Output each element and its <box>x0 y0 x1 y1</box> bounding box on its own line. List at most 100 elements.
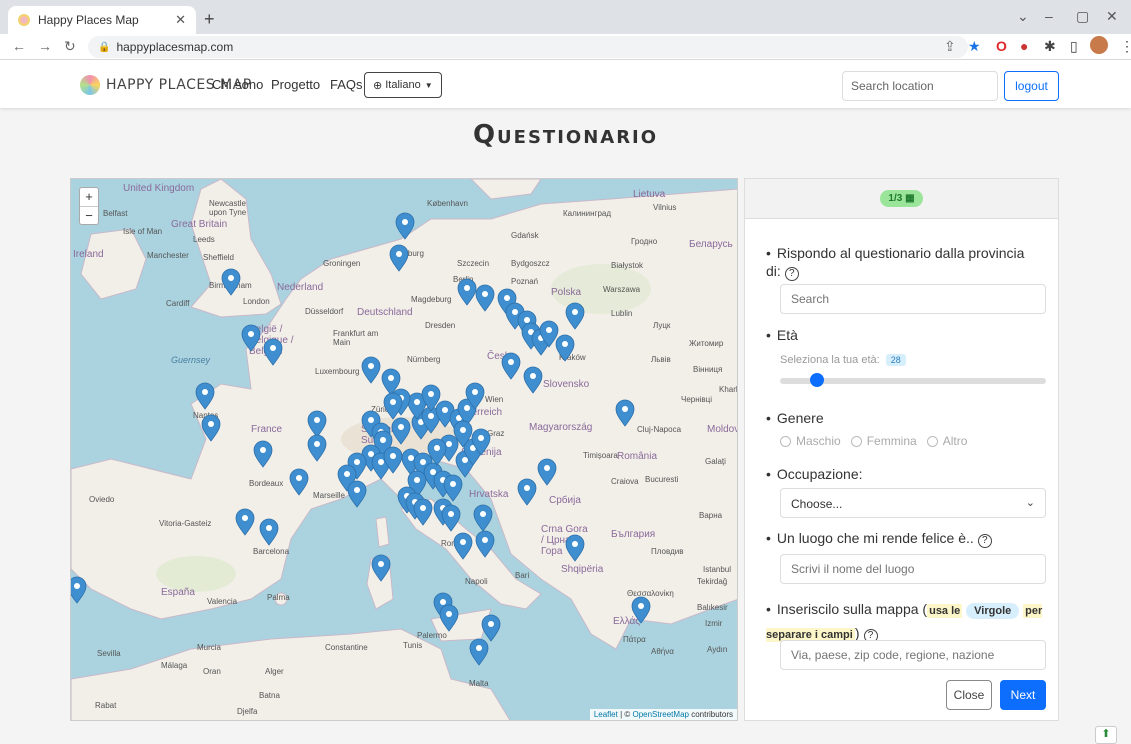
map-pin-icon[interactable] <box>71 576 87 604</box>
gender-radio-femmina[interactable]: Femmina <box>850 434 917 448</box>
window-close-icon[interactable]: ✕ <box>1106 8 1118 25</box>
url-field[interactable]: 🔒 happyplacesmap.com <box>88 36 968 58</box>
puzzle-icon[interactable]: ✱ <box>1044 38 1056 55</box>
menu-icon[interactable]: ⋮ <box>1120 38 1131 55</box>
gender-radio-maschio[interactable]: Maschio <box>780 434 841 448</box>
question-eta: • Età <box>766 327 798 343</box>
virgole-pill: Virgole <box>966 603 1020 619</box>
back-icon[interactable]: ← <box>12 38 26 54</box>
tab-search-icon[interactable]: ⌄ <box>1017 8 1029 25</box>
logout-button[interactable]: logout <box>1004 71 1059 101</box>
map-pin-icon[interactable] <box>501 352 521 380</box>
map-pin-icon[interactable] <box>241 324 261 352</box>
nav-link-faqs[interactable]: FAQs <box>330 77 363 92</box>
map-pin-icon[interactable] <box>441 504 461 532</box>
gender-radio-altro[interactable]: Altro <box>926 434 967 448</box>
browser-tab[interactable]: Happy Places Map ✕ <box>8 6 196 34</box>
map-pin-icon[interactable] <box>481 614 501 642</box>
reload-icon[interactable]: ↻ <box>64 38 76 55</box>
opera-icon[interactable]: O <box>996 38 1007 54</box>
map-attribution: Leaflet | © OpenStreetMap contributors <box>589 709 737 720</box>
language-label: Italiano <box>385 79 421 91</box>
question-eta-label: Età <box>776 327 798 343</box>
language-dropdown[interactable]: ⊕ Italiano ▼ <box>364 72 442 98</box>
address-input[interactable] <box>780 640 1046 670</box>
map-pin-icon[interactable] <box>469 638 489 666</box>
favicon-icon <box>18 14 30 26</box>
globe-icon: ⊕ <box>373 79 383 92</box>
map-pin-icon[interactable] <box>565 302 585 330</box>
map[interactable]: United Kingdom Great Britain Ireland Ned… <box>70 178 738 721</box>
map-pin-icon[interactable] <box>475 530 495 558</box>
nav-link-chi-sono[interactable]: Chi sono <box>212 77 263 92</box>
site-navbar: Happy Places Map Chi sono Progetto FAQs … <box>0 60 1131 108</box>
scroll-top-icon[interactable]: ⬆ <box>1095 726 1117 744</box>
map-pin-icon[interactable] <box>565 534 585 562</box>
leaflet-link[interactable]: Leaflet <box>594 710 618 719</box>
panel-header: 1/3 ▦ <box>745 179 1058 219</box>
map-pin-icon[interactable] <box>361 356 381 384</box>
chevron-down-icon: ⌄ <box>1025 497 1035 509</box>
map-pin-icon[interactable] <box>263 338 283 366</box>
map-pin-icon[interactable] <box>371 554 391 582</box>
profile-avatar[interactable] <box>1090 36 1108 54</box>
attribution-text: contributors <box>691 710 733 719</box>
map-pin-icon[interactable] <box>475 284 495 312</box>
question-occupazione-label: Occupazione: <box>776 466 863 482</box>
map-pin-icon[interactable] <box>453 532 473 560</box>
occupazione-select[interactable]: Choose... ⌄ <box>780 488 1046 518</box>
map-zoom-control: + − <box>79 187 99 225</box>
sidepanel-icon[interactable]: ▯ <box>1070 38 1078 55</box>
age-sublabel-text: Seleziona la tua età: <box>780 354 880 366</box>
question-luogo-label: Un luogo che mi rende felice è.. <box>776 530 974 546</box>
map-pin-icon[interactable] <box>201 414 221 442</box>
bookmark-star-icon[interactable]: ★ <box>968 38 981 55</box>
next-button[interactable]: Next <box>1000 680 1046 710</box>
map-pin-icon[interactable] <box>457 278 477 306</box>
map-pin-icon[interactable] <box>537 458 557 486</box>
map-pin-icon[interactable] <box>443 474 463 502</box>
map-pin-icon[interactable] <box>439 604 459 632</box>
map-pin-icon[interactable] <box>347 480 367 508</box>
luogo-input[interactable] <box>780 554 1046 584</box>
share-icon[interactable]: ⇪ <box>944 38 956 55</box>
zoom-out-button[interactable]: − <box>80 206 98 224</box>
zoom-in-button[interactable]: + <box>80 188 98 206</box>
map-pin-icon[interactable] <box>383 392 403 420</box>
map-pin-icon[interactable] <box>289 468 309 496</box>
question-mappa-label: Inseriscilo sulla mappa <box>776 601 919 617</box>
question-occupazione: • Occupazione: <box>766 466 863 482</box>
map-pin-icon[interactable] <box>523 366 543 394</box>
search-location-input[interactable]: Search location <box>842 71 998 101</box>
map-pin-icon[interactable] <box>235 508 255 536</box>
extension-icon[interactable]: ● <box>1020 38 1028 54</box>
brand-logo-icon <box>80 75 100 95</box>
map-pin-icon[interactable] <box>391 417 411 445</box>
map-pin-icon[interactable] <box>195 382 215 410</box>
map-pin-icon[interactable] <box>473 504 493 532</box>
osm-link[interactable]: OpenStreetMap <box>632 710 688 719</box>
map-pin-icon[interactable] <box>307 434 327 462</box>
map-pin-icon[interactable] <box>221 268 241 296</box>
map-pin-icon[interactable] <box>253 440 273 468</box>
provincia-search-input[interactable] <box>780 284 1046 314</box>
help-icon[interactable]: ? <box>977 534 992 548</box>
map-pin-icon[interactable] <box>615 399 635 427</box>
map-pin-icon[interactable] <box>555 334 575 362</box>
close-button[interactable]: Close <box>946 680 992 710</box>
map-pin-icon[interactable] <box>307 410 327 438</box>
nav-link-progetto[interactable]: Progetto <box>271 77 320 92</box>
map-pin-icon[interactable] <box>259 518 279 546</box>
restore-icon[interactable]: ▢ <box>1076 8 1089 25</box>
map-pin-icon[interactable] <box>413 498 433 526</box>
map-pin-icon[interactable] <box>395 212 415 240</box>
tab-close-icon[interactable]: ✕ <box>175 12 186 28</box>
new-tab-icon[interactable]: + <box>204 9 215 30</box>
map-pin-icon[interactable] <box>389 244 409 272</box>
map-pin-icon[interactable] <box>517 478 537 506</box>
map-pin-icon[interactable] <box>631 596 651 624</box>
minimize-icon[interactable]: – <box>1045 8 1053 24</box>
forward-icon[interactable]: → <box>38 38 52 54</box>
gender-radio-group: Maschio Femmina Altro <box>780 434 967 448</box>
help-icon[interactable]: ? <box>784 267 799 281</box>
